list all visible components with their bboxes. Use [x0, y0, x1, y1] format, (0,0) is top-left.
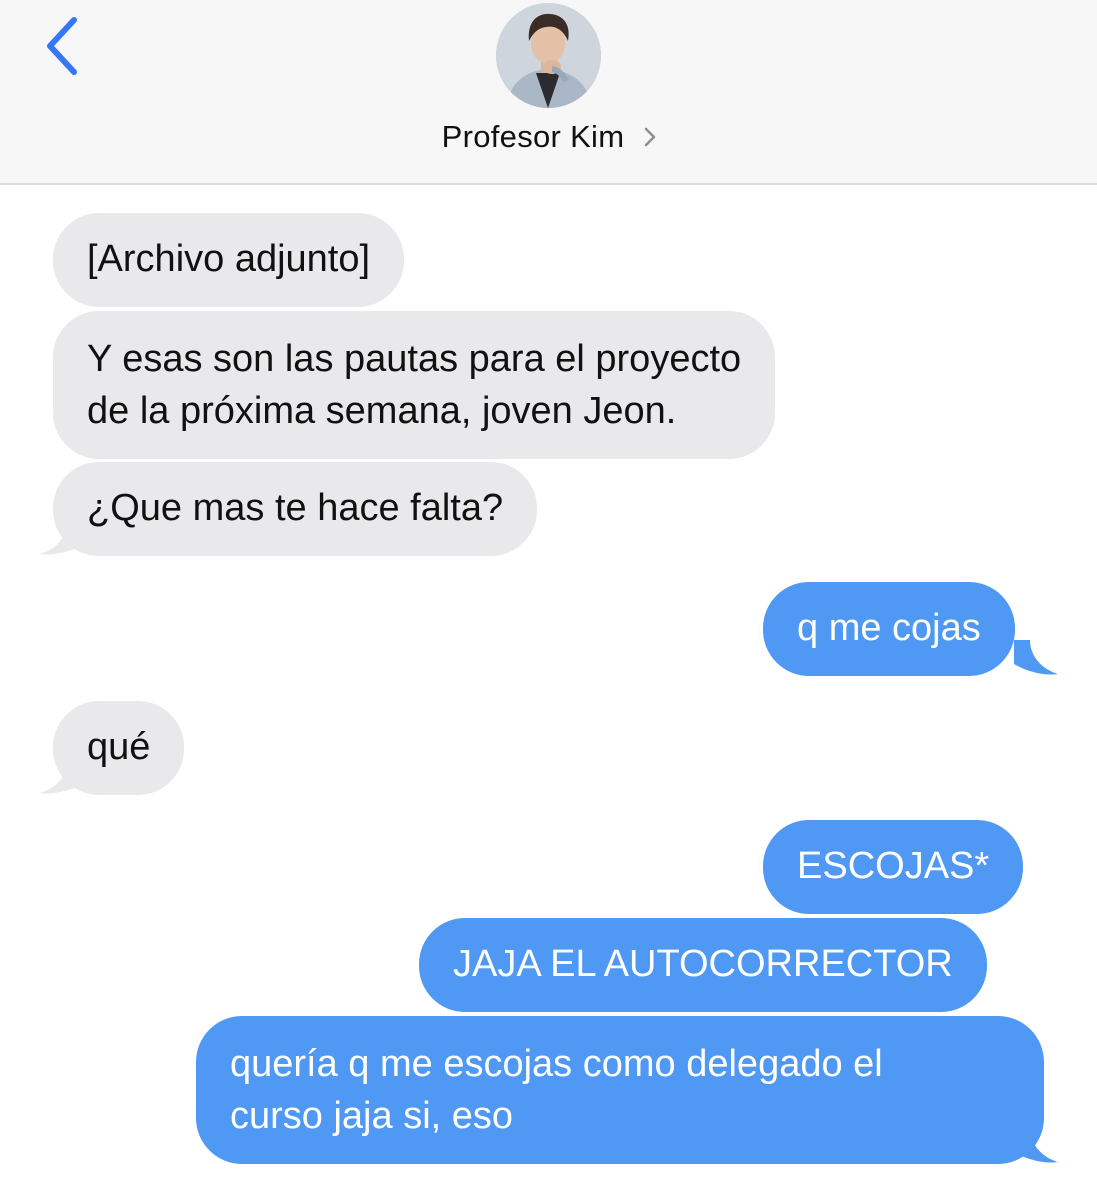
message-text: ESCOJAS* — [797, 845, 990, 887]
chevron-right-icon — [645, 127, 656, 147]
message-text: qué — [87, 726, 151, 768]
message-text: quería q me escojas como delegado el — [230, 1043, 883, 1085]
back-button[interactable] — [38, 14, 88, 78]
outgoing-message[interactable]: quería q me escojas como delegado el cur… — [196, 1016, 1044, 1164]
message-text: q me cojas — [797, 607, 981, 649]
bubble-tail — [40, 520, 84, 555]
avatar-photo — [496, 3, 601, 108]
contact-name: Profesor Kim — [441, 119, 625, 154]
contact-details-button[interactable]: Profesor Kim — [420, 112, 680, 162]
message-text: Y esas son las pautas para el proyecto — [87, 338, 742, 380]
message-text: JAJA EL AUTOCORRECTOR — [453, 943, 953, 985]
chevron-left-icon — [47, 17, 77, 75]
message-text: de la próxima semana, joven Jeon. — [87, 390, 677, 432]
bubble-tail — [1014, 1128, 1058, 1163]
message-text: curso jaja si, eso — [230, 1095, 514, 1137]
conversation-header: Profesor Kim — [0, 0, 1097, 185]
bubble-tail — [40, 759, 84, 794]
outgoing-message[interactable]: q me cojas — [763, 582, 1015, 676]
incoming-message[interactable]: [Archivo adjunto] — [53, 213, 405, 307]
incoming-message[interactable]: ¿Que mas te hace falta? — [53, 462, 538, 556]
contact-avatar[interactable] — [496, 3, 601, 108]
bubble-tail — [1014, 640, 1058, 675]
incoming-message[interactable]: Y esas son las pautas para el proyecto d… — [53, 311, 776, 459]
outgoing-message[interactable]: JAJA EL AUTOCORRECTOR — [419, 918, 987, 1012]
message-text: [Archivo adjunto] — [87, 238, 371, 280]
outgoing-message[interactable]: ESCOJAS* — [763, 820, 1024, 914]
message-text: ¿Que mas te hace falta? — [87, 487, 504, 529]
